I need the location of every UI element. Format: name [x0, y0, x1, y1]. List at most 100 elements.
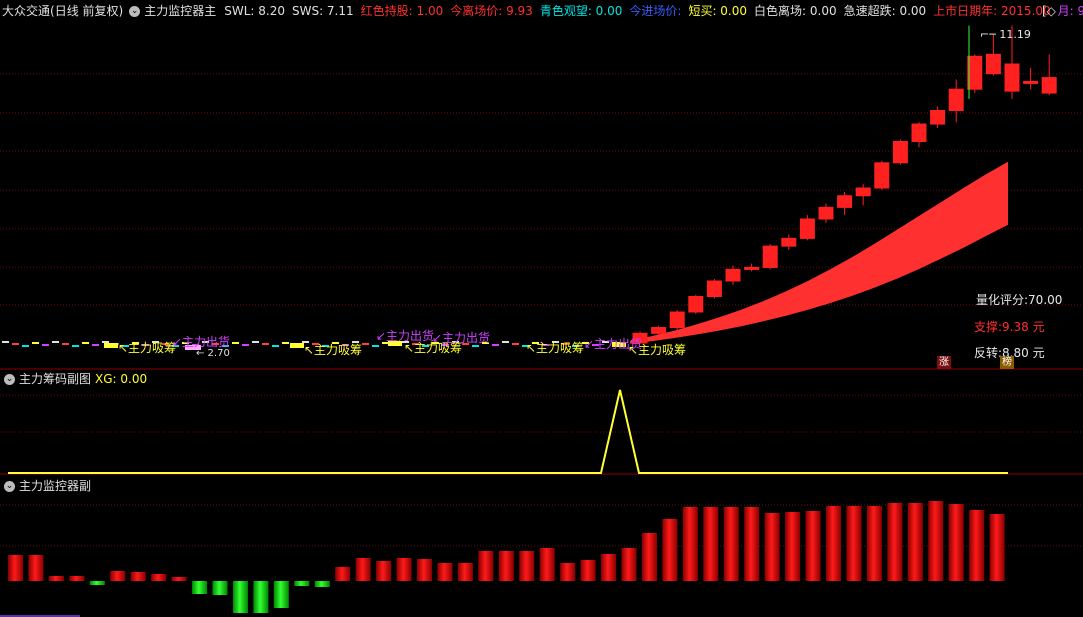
flat-price-mark: [362, 343, 369, 345]
histogram-bar-red: [723, 507, 739, 581]
sell-signal-label: ↙主力出货: [432, 330, 490, 345]
histogram-bar-red: [948, 504, 964, 581]
main-chart[interactable]: ⌐─ 11.19← 2.70↖主力吸筹 ↖主力吸筹 ↖主力吸筹 ↖主力吸筹 ↖主力吸筹↙…: [0, 0, 1083, 370]
histogram-bar-green: [232, 581, 248, 613]
trend-ribbon: [630, 161, 1008, 344]
histogram-bar-red: [69, 576, 85, 581]
flat-price-mark: [42, 344, 49, 346]
sub1-chart[interactable]: [0, 370, 1083, 475]
histogram-bar-red: [110, 571, 126, 581]
histogram-bar-red: [621, 548, 637, 581]
histogram-bar-red: [785, 512, 801, 581]
sub2-chart[interactable]: [0, 477, 1083, 617]
histogram-bar-red: [8, 555, 23, 581]
candle-body: [1023, 80, 1039, 84]
flat-price-mark: [492, 344, 499, 346]
histogram-bar-red: [130, 572, 146, 581]
flat-price-mark: [52, 341, 59, 343]
flat-price-mark: [472, 345, 479, 347]
flat-price-mark: [242, 344, 249, 346]
candle-body: [818, 206, 834, 220]
sell-signal-label: ↙主力出货: [584, 336, 642, 351]
candle-body: [892, 141, 908, 164]
histogram-bar-red: [928, 501, 944, 581]
candle-body: [1004, 63, 1020, 92]
histogram-bar-red: [703, 507, 719, 581]
histogram-bar-red: [601, 554, 617, 581]
candle-body: [688, 296, 704, 313]
candle-body: [1041, 77, 1057, 94]
histogram-bar-green: [212, 581, 228, 595]
candle-body: [930, 110, 946, 125]
histogram-bar-red: [662, 519, 678, 581]
flat-price-mark: [282, 342, 289, 344]
histogram-bar-green: [89, 581, 105, 585]
candle-body: [781, 237, 797, 247]
histogram-bar-red: [48, 576, 64, 581]
flat-price-mark: [102, 341, 109, 343]
buy-signal-label: ↖主力吸筹: [526, 341, 584, 355]
histogram-bar-red: [560, 563, 576, 581]
sell-signal-label: ↙主力出货: [172, 334, 230, 349]
histogram-bar-red: [335, 567, 351, 581]
histogram-bar-green: [314, 581, 330, 587]
flat-price-mark: [262, 343, 269, 345]
sell-signal-label: ↙主力出货: [376, 328, 434, 343]
histogram-bar-red: [866, 506, 882, 581]
low-price-marker: ← 2.70: [196, 348, 230, 359]
flat-price-mark: [502, 341, 509, 343]
histogram-bar-red: [519, 551, 535, 581]
histogram-bar-red: [151, 574, 167, 581]
buy-signal-label: ↖主力吸筹: [304, 343, 362, 357]
histogram-bar-red: [457, 563, 473, 581]
candle-body: [799, 218, 815, 239]
histogram-bar-red: [171, 577, 187, 581]
histogram-bar-red: [826, 506, 841, 581]
histogram-bar-red: [580, 560, 596, 581]
flat-price-mark: [252, 341, 259, 343]
flat-price-mark: [232, 342, 239, 344]
histogram-bar-red: [417, 559, 432, 581]
histogram-bar-red: [969, 510, 985, 581]
candle-body: [837, 195, 853, 208]
candle-body: [762, 245, 778, 268]
histogram-bar-red: [355, 558, 371, 581]
histogram-bar-red: [805, 511, 821, 581]
candle-body: [967, 55, 983, 90]
candle-body: [948, 88, 964, 111]
flat-price-mark: [32, 342, 39, 344]
candle-body: [744, 266, 760, 270]
buy-signal-label: ↖主力吸筹: [118, 341, 176, 355]
flat-price-mark: [92, 344, 99, 346]
candle-body: [911, 123, 927, 142]
histogram-bar-red: [376, 561, 392, 581]
high-price-marker: ⌐─ 11.19: [980, 28, 1031, 41]
histogram-bar-red: [989, 514, 1005, 581]
histogram-bar-green: [192, 581, 208, 594]
histogram-bar-red: [539, 548, 555, 581]
flat-price-mark: [372, 345, 379, 347]
flat-price-mark: [62, 343, 69, 345]
histogram-bar-red: [764, 513, 780, 581]
support-label: 支撑:9.38 元: [974, 320, 1045, 334]
histogram-bar-red: [28, 555, 44, 581]
histogram-bar-red: [682, 507, 698, 581]
histogram-bar-red: [478, 551, 494, 581]
histogram-bar-red: [437, 563, 453, 581]
histogram-bar-red: [887, 503, 903, 581]
candle-body: [706, 280, 722, 297]
zhang-badge[interactable]: 涨: [937, 356, 951, 369]
histogram-bar-red: [744, 507, 760, 581]
bang-badge[interactable]: 榜: [1000, 356, 1014, 369]
histogram-bar-red: [396, 558, 412, 581]
histogram-bar-red: [846, 506, 862, 581]
histogram-bar-red: [907, 503, 923, 581]
histogram-bar-green: [273, 581, 289, 608]
flat-price-mark: [2, 341, 9, 343]
candle-body: [651, 327, 667, 334]
flat-price-mark: [82, 342, 89, 344]
candle-body: [669, 311, 685, 328]
candle-body: [725, 268, 741, 282]
histogram-bar-green: [253, 581, 269, 613]
yellow-mark: [104, 343, 118, 348]
